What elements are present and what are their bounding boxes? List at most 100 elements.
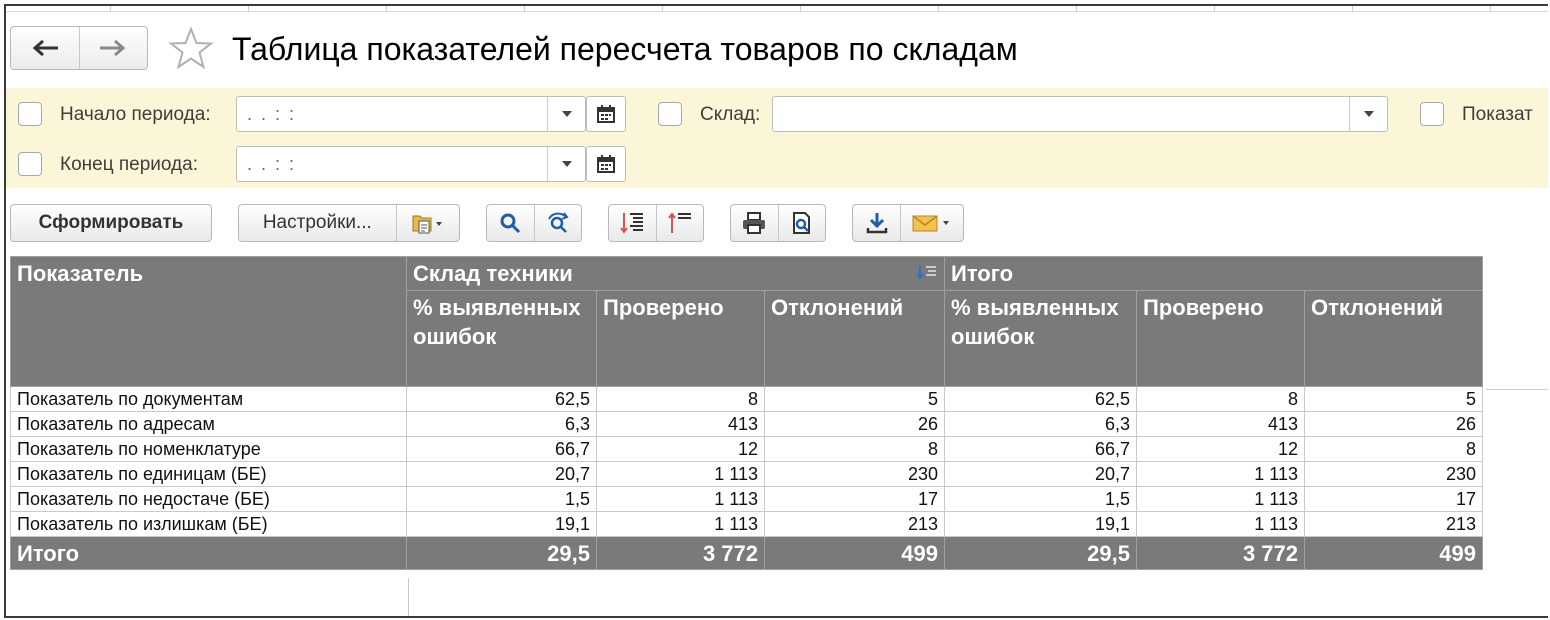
row-indicator-name[interactable]: Показатель по номенклатуре — [10, 436, 407, 462]
favorite-star-icon[interactable] — [168, 26, 214, 72]
cell-deviations[interactable]: 230 — [764, 461, 945, 487]
end-period-field[interactable]: . . : : — [236, 146, 586, 182]
collapse-groups-button[interactable] — [655, 205, 703, 241]
end-period-dropdown[interactable] — [547, 147, 585, 181]
cell-deviations[interactable]: 26 — [764, 411, 945, 437]
cell-total-percent[interactable]: 66,7 — [944, 436, 1137, 462]
cell-total-percent[interactable]: 6,3 — [944, 411, 1137, 437]
indicator-checkbox[interactable] — [1420, 102, 1444, 126]
generate-button[interactable]: Сформировать — [10, 204, 212, 242]
report-window: Таблица показателей пересчета товаров по… — [4, 4, 1548, 618]
cell-deviations[interactable]: 5 — [764, 386, 945, 412]
start-period-checkbox[interactable] — [18, 102, 42, 126]
header-total-deviations: Отклонений — [1304, 290, 1483, 387]
calendar-icon — [597, 105, 615, 123]
cell-total-deviations[interactable]: 8 — [1304, 436, 1483, 462]
cell-checked[interactable]: 12 — [596, 436, 765, 462]
grand-total-deviations[interactable]: 499 — [1304, 536, 1483, 570]
warehouse-field[interactable] — [772, 96, 1388, 132]
start-period-calendar-button[interactable] — [586, 96, 626, 132]
total-row-label[interactable]: Итого — [10, 536, 407, 570]
grouping-group — [608, 204, 704, 242]
find-button[interactable] — [487, 205, 534, 241]
cell-total-checked[interactable]: 1 113 — [1136, 461, 1305, 487]
row-indicator-name[interactable]: Показатель по недостаче (БЕ) — [10, 486, 407, 512]
cell-total-checked[interactable]: 1 113 — [1136, 511, 1305, 537]
cell-total-deviations[interactable]: 26 — [1304, 411, 1483, 437]
end-period-checkbox[interactable] — [18, 152, 42, 176]
cell-total-checked[interactable]: 12 — [1136, 436, 1305, 462]
header-deviations: Отклонений — [764, 290, 945, 387]
table-row[interactable]: Показатель по недостаче (БЕ) 1,5 1 113 1… — [10, 486, 1483, 512]
table-edge-line — [1486, 389, 1548, 390]
total-percent[interactable]: 29,5 — [406, 536, 597, 570]
start-period-dropdown[interactable] — [547, 97, 585, 131]
header-percent-errors: % выявленных ошибок — [406, 290, 597, 387]
cell-percent[interactable]: 66,7 — [406, 436, 597, 462]
table-total-row[interactable]: Итого 29,5 3 772 499 29,5 3 772 499 — [10, 536, 1483, 570]
settings-button[interactable]: Настройки... — [239, 205, 396, 241]
header-group-warehouse-label: Склад техники — [413, 261, 573, 286]
back-button[interactable] — [11, 27, 79, 69]
cell-deviations[interactable]: 8 — [764, 436, 945, 462]
warehouse-checkbox[interactable] — [658, 102, 682, 126]
forward-button[interactable] — [78, 27, 148, 69]
send-email-button[interactable] — [900, 205, 963, 241]
export-group — [852, 204, 964, 242]
search-group — [486, 204, 582, 242]
arrow-right-icon — [100, 39, 126, 57]
start-period-field[interactable]: . . : : — [236, 96, 586, 132]
print-preview-button[interactable] — [777, 205, 825, 241]
row-indicator-name[interactable]: Показатель по излишкам (БЕ) — [10, 511, 407, 537]
cell-deviations[interactable]: 17 — [764, 486, 945, 512]
table-row[interactable]: Показатель по адресам 6,3 413 26 6,3 413… — [10, 411, 1483, 437]
save-to-file-button[interactable] — [853, 205, 900, 241]
row-indicator-name[interactable]: Показатель по документам — [10, 386, 407, 412]
cell-total-percent[interactable]: 1,5 — [944, 486, 1137, 512]
row-indicator-name[interactable]: Показатель по адресам — [10, 411, 407, 437]
cell-percent[interactable]: 1,5 — [406, 486, 597, 512]
cell-total-deviations[interactable]: 5 — [1304, 386, 1483, 412]
cell-deviations[interactable]: 213 — [764, 511, 945, 537]
print-button[interactable] — [731, 205, 778, 241]
total-deviations[interactable]: 499 — [764, 536, 945, 570]
cell-total-percent[interactable]: 20,7 — [944, 461, 1137, 487]
header-total-checked: Проверено — [1136, 290, 1305, 387]
grand-total-percent[interactable]: 29,5 — [944, 536, 1137, 570]
cell-percent[interactable]: 20,7 — [406, 461, 597, 487]
table-row[interactable]: Показатель по излишкам (БЕ) 19,1 1 113 2… — [10, 511, 1483, 537]
cell-total-deviations[interactable]: 213 — [1304, 511, 1483, 537]
table-row[interactable]: Показатель по номенклатуре 66,7 12 8 66,… — [10, 436, 1483, 462]
warehouse-dropdown[interactable] — [1349, 97, 1387, 131]
end-period-label: Конец периода: — [60, 154, 198, 175]
table-row[interactable]: Показатель по документам 62,5 8 5 62,5 8… — [10, 386, 1483, 412]
cell-total-percent[interactable]: 19,1 — [944, 511, 1137, 537]
cell-total-checked[interactable]: 413 — [1136, 411, 1305, 437]
row-indicator-name[interactable]: Показатель по единицам (БЕ) — [10, 461, 407, 487]
cell-percent[interactable]: 6,3 — [406, 411, 597, 437]
cell-total-checked[interactable]: 1 113 — [1136, 486, 1305, 512]
cell-checked[interactable]: 1 113 — [596, 486, 765, 512]
expand-groups-button[interactable] — [609, 205, 656, 241]
sort-icon[interactable] — [916, 265, 938, 281]
grand-total-checked[interactable]: 3 772 — [1136, 536, 1305, 570]
cell-checked[interactable]: 1 113 — [596, 461, 765, 487]
cell-percent[interactable]: 62,5 — [406, 386, 597, 412]
cell-checked[interactable]: 1 113 — [596, 511, 765, 537]
cell-total-deviations[interactable]: 17 — [1304, 486, 1483, 512]
total-checked[interactable]: 3 772 — [596, 536, 765, 570]
variants-button[interactable] — [395, 205, 459, 241]
download-icon — [866, 213, 887, 234]
cell-percent[interactable]: 19,1 — [406, 511, 597, 537]
end-period-calendar-button[interactable] — [586, 146, 626, 182]
cell-total-checked[interactable]: 8 — [1136, 386, 1305, 412]
printer-icon — [743, 212, 766, 234]
cell-total-deviations[interactable]: 230 — [1304, 461, 1483, 487]
calendar-icon — [597, 155, 615, 173]
header-total-percent-errors: % выявленных ошибок — [944, 290, 1137, 387]
table-row[interactable]: Показатель по единицам (БЕ) 20,7 1 113 2… — [10, 461, 1483, 487]
cell-total-percent[interactable]: 62,5 — [944, 386, 1137, 412]
cell-checked[interactable]: 8 — [596, 386, 765, 412]
cell-checked[interactable]: 413 — [596, 411, 765, 437]
find-next-button[interactable] — [533, 205, 581, 241]
